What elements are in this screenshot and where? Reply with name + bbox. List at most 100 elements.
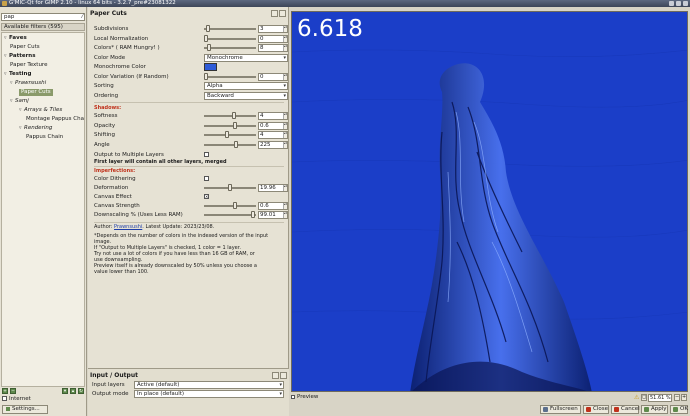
settings-button[interactable]: Settings... (2, 405, 48, 414)
ok-button[interactable]: OK (670, 405, 688, 414)
param-spinbox[interactable]: 3 ▴▾ (258, 25, 288, 33)
search-clear-icon[interactable]: ⁄ (82, 14, 83, 20)
remove-fave-icon[interactable]: − (10, 388, 16, 394)
tree-item[interactable]: ▿ Prawnsushi (10, 80, 46, 87)
spin-arrows-icon[interactable]: ▴▾ (283, 185, 287, 191)
param-slider[interactable] (204, 202, 256, 209)
param-spinbox[interactable]: 0 ▴▾ (258, 34, 288, 43)
tree-item[interactable]: Paper Cuts (10, 44, 40, 51)
param-spinbox[interactable]: 0.6 ▴▾ (258, 121, 288, 130)
randomize-params-button[interactable] (279, 10, 286, 17)
collapse-all-icon[interactable]: ▴ (70, 388, 76, 394)
internet-checkbox[interactable]: Internet (2, 396, 31, 403)
author-link[interactable]: Prawnsushi (114, 224, 142, 230)
spin-arrows-icon[interactable]: ▴▾ (283, 212, 287, 218)
tree-item[interactable]: ▿ Faves (4, 35, 27, 42)
tree-item[interactable]: ▿ Patterns (4, 53, 36, 60)
preview-checkbox-box[interactable] (291, 394, 295, 399)
filter-tree[interactable]: ▿ Faves Paper Cuts ▿ Patterns Paper Texture ▿ T… (1, 32, 85, 387)
param-slider[interactable] (204, 140, 256, 148)
io-collapse-button[interactable] (280, 372, 287, 379)
zoom-reset-icon[interactable]: ◻ (641, 394, 647, 401)
output-mode-select[interactable]: In place (default) ▾ (134, 390, 284, 398)
param-slider[interactable] (204, 121, 256, 129)
slider-handle[interactable] (225, 131, 230, 138)
param-slider[interactable] (204, 34, 256, 42)
add-fave-icon[interactable]: + (2, 388, 8, 394)
tree-item[interactable]: ▿ Rendering (19, 125, 52, 132)
param-select[interactable]: Alpha ▾ (204, 82, 288, 90)
zoom-in-icon[interactable]: + (681, 394, 687, 401)
slider-handle[interactable] (250, 211, 255, 218)
slider-handle[interactable] (233, 140, 238, 148)
param-value: 0 (260, 35, 264, 42)
param-row: Downscaling % (Uses Less RAM) 99.01 ▴▾ (94, 211, 288, 219)
slider-handle[interactable] (231, 112, 236, 119)
spin-arrows-icon[interactable]: ▴▾ (283, 26, 287, 32)
param-row: Color Mode Monochrome ▾ (94, 53, 288, 62)
param-spinbox[interactable]: 0.6 ▴▾ (258, 202, 288, 210)
slider-handle[interactable] (204, 72, 208, 80)
param-spinbox[interactable]: 225 ▴▾ (258, 140, 288, 149)
tree-item[interactable]: ▿ Arrays & Tiles (19, 107, 62, 114)
param-slider[interactable] (204, 72, 256, 80)
color-swatch[interactable] (204, 63, 217, 71)
slider-handle[interactable] (228, 184, 232, 191)
slider-handle[interactable] (232, 121, 237, 129)
param-spinbox[interactable]: 19.96 ▴▾ (258, 184, 288, 192)
spin-arrows-icon[interactable]: ▴▾ (283, 141, 287, 148)
slider-handle[interactable] (232, 202, 237, 209)
param-row: Ordering Backward ▾ (94, 91, 288, 100)
tree-item[interactable]: ▿ Samj (10, 98, 29, 105)
param-checkbox[interactable] (204, 152, 209, 157)
tree-item[interactable]: Montage Pappus Cha (26, 116, 84, 123)
cancel-button[interactable]: Cancel (611, 405, 640, 414)
param-checkbox[interactable] (204, 176, 209, 181)
tree-item[interactable]: Paper Texture (10, 62, 47, 69)
param-select[interactable]: Monochrome ▾ (204, 53, 288, 62)
spin-arrows-icon[interactable]: ▴▾ (283, 45, 287, 51)
refresh-icon[interactable]: ↻ (78, 388, 84, 394)
spin-arrows-icon[interactable]: ▴▾ (283, 73, 287, 80)
slider-handle[interactable] (204, 34, 208, 42)
apply-button[interactable]: Apply (641, 405, 668, 414)
param-spinbox[interactable]: 4 ▴▾ (258, 112, 288, 120)
param-slider[interactable] (204, 25, 256, 32)
reset-params-button[interactable] (271, 10, 278, 17)
param-select[interactable]: Backward ▾ (204, 91, 288, 100)
param-slider[interactable] (204, 131, 256, 138)
spin-arrows-icon[interactable]: ▴▾ (283, 113, 287, 119)
param-slider[interactable] (204, 211, 256, 218)
minimize-button[interactable] (669, 1, 674, 6)
close-window-button[interactable] (683, 1, 688, 6)
tree-item[interactable]: Pappus Chain (26, 134, 63, 141)
tree-item[interactable]: ▿ Testing (4, 71, 31, 78)
tree-item[interactable]: Paper Cuts (19, 89, 53, 96)
param-slider[interactable] (204, 184, 256, 191)
param-spinbox[interactable]: 4 ▴▾ (258, 131, 288, 139)
param-spinbox[interactable]: 99.01 ▴▾ (258, 211, 288, 219)
slider-handle[interactable] (206, 25, 211, 32)
spin-arrows-icon[interactable]: ▴▾ (283, 203, 287, 209)
spin-arrows-icon[interactable]: ▴▾ (283, 35, 287, 42)
io-reset-button[interactable] (272, 372, 279, 379)
spin-arrows-icon[interactable]: ▴▾ (283, 132, 287, 138)
internet-checkbox-box[interactable] (2, 396, 7, 401)
param-spinbox[interactable]: 0 ▴▾ (258, 72, 288, 81)
spin-arrows-icon[interactable]: ▴▾ (283, 122, 287, 129)
preview-area[interactable]: 6.618 (291, 11, 688, 392)
param-slider[interactable] (204, 112, 256, 119)
fullscreen-button[interactable]: Fullscreen (540, 405, 581, 414)
zoom-level-field[interactable]: 51.61 % (648, 394, 672, 402)
maximize-button[interactable] (676, 1, 681, 6)
zoom-out-icon[interactable]: − (674, 394, 680, 401)
filter-search-input[interactable]: pap ⁄ (1, 13, 85, 21)
param-checkbox[interactable]: ✕ (204, 194, 209, 199)
close-button[interactable]: Close (583, 405, 609, 414)
input-layers-select[interactable]: Active (default) ▾ (134, 381, 284, 389)
slider-handle[interactable] (206, 44, 211, 51)
param-spinbox[interactable]: 8 ▴▾ (258, 44, 288, 52)
preview-checkbox[interactable]: Preview (291, 394, 318, 401)
param-slider[interactable] (204, 44, 256, 51)
expand-all-icon[interactable]: ▾ (62, 388, 68, 394)
